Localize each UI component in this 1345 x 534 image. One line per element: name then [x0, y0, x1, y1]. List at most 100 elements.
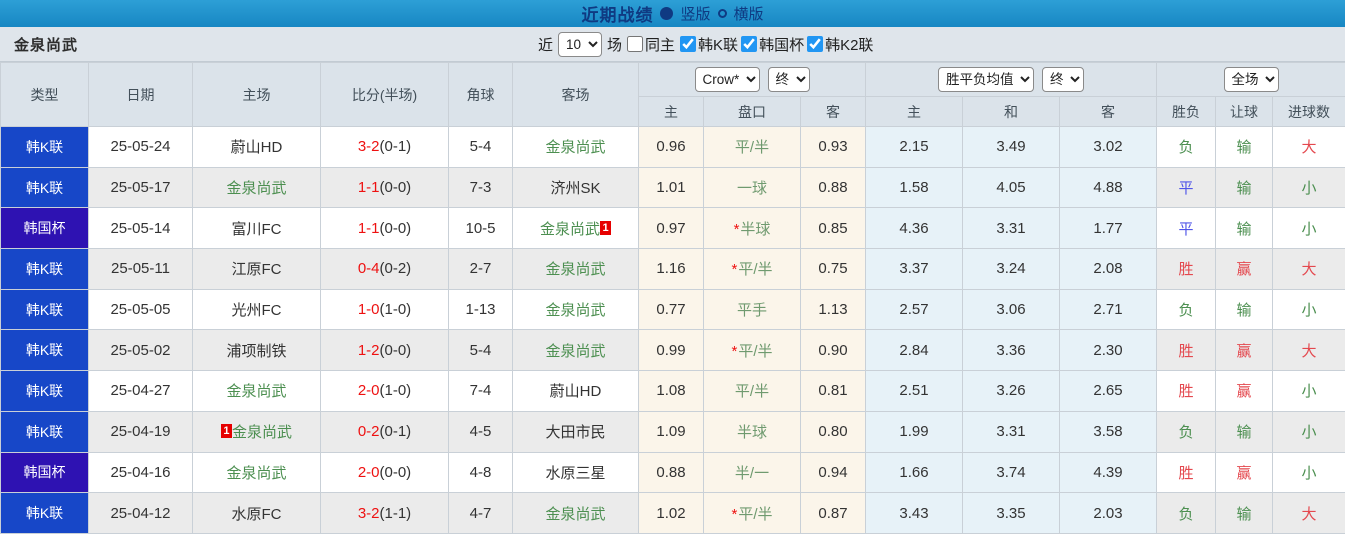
table-row: 韩K联 25-04-12 水原FC 3-2(1-1) 4-7 金泉尚武 1.02 *平/半 0.…	[0, 492, 1345, 534]
subcol-odds-home: 主	[638, 96, 704, 127]
table-row: 韩国杯 25-04-16 金泉尚武 2-0(0-0) 4-8 水原三星 0.88 半/一 0.9…	[0, 451, 1345, 494]
handicap-result-cell: 输	[1215, 492, 1274, 534]
mean-period-select[interactable]: 终	[1042, 67, 1085, 92]
avg-home-cell: 1.99	[865, 410, 964, 453]
away-team-cell: 济州SK	[512, 166, 639, 209]
goals-result-cell: 小	[1272, 451, 1345, 494]
avg-away-cell: 2.08	[1059, 248, 1158, 290]
away-team-cell: 金泉尚武	[512, 329, 639, 372]
vertical-layout-radio[interactable]	[660, 7, 674, 20]
result-scope-select[interactable]: 全场	[1223, 67, 1279, 92]
recent-results-table: 类型 日期 主场 比分(半场) 角球 客场 Crow* 终 胜平负均值 终 全场	[0, 62, 1345, 534]
away-team-cell: 水原三星	[512, 451, 639, 494]
match-type-cell: 韩K联	[0, 410, 89, 453]
avg-home-cell: 1.58	[865, 166, 964, 209]
home-team-cell: 蔚山HD	[192, 126, 321, 168]
handicap-result-cell: 输	[1215, 166, 1274, 209]
avg-draw-cell: 3.49	[962, 126, 1061, 168]
home-team-cell: 富川FC	[192, 207, 321, 250]
home-team-cell: 金泉尚武	[192, 451, 321, 494]
date-cell: 25-05-17	[88, 166, 193, 209]
away-team-cell: 金泉尚武	[512, 288, 639, 331]
odds-period-select[interactable]: 终	[767, 67, 810, 92]
home-team-cell: 金泉尚武	[192, 370, 321, 412]
league-filter[interactable]: 韩K2联	[807, 34, 873, 55]
odds-home-cell: 1.09	[638, 410, 704, 453]
home-team-cell: 水原FC	[192, 492, 321, 534]
subcol-handicap: 盘口	[703, 96, 801, 127]
same-home-filter[interactable]: 同主	[627, 34, 675, 55]
table-row: 韩K联 25-05-02 浦项制铁 1-2(0-0) 5-4 金泉尚武 0.99 *平/半 0.…	[0, 329, 1345, 372]
avg-away-cell: 3.58	[1059, 410, 1158, 453]
league-filter-checkbox[interactable]	[741, 36, 758, 52]
avg-away-cell: 2.71	[1059, 288, 1158, 331]
bookmaker-select[interactable]: Crow*	[694, 67, 760, 92]
handicap-result-cell: 输	[1215, 126, 1274, 168]
corner-cell: 10-5	[448, 207, 513, 250]
score-cell: 1-2(0-0)	[320, 329, 449, 372]
handicap-cell: *半球	[703, 207, 801, 250]
avg-home-cell: 3.43	[865, 492, 964, 534]
corner-cell: 5-4	[448, 329, 513, 372]
corner-cell: 5-4	[448, 126, 513, 168]
handicap-result-cell: 赢	[1215, 370, 1274, 412]
subcol-result-wdl: 胜负	[1156, 96, 1217, 127]
handicap-cell: *平/半	[703, 329, 801, 372]
horizontal-layout-label: 横版	[733, 6, 764, 23]
odds-home-cell: 0.99	[638, 329, 704, 372]
match-type-cell: 韩K联	[0, 126, 89, 168]
avg-away-cell: 1.77	[1059, 207, 1158, 250]
wdl-result-cell: 胜	[1156, 248, 1217, 290]
goals-result-cell: 大	[1272, 492, 1345, 534]
avg-home-cell: 3.37	[865, 248, 964, 290]
match-type-cell: 韩K联	[0, 288, 89, 331]
league-filter[interactable]: 韩国杯	[741, 34, 804, 55]
mean-group-header: 胜平负均值 终	[865, 62, 1158, 97]
handicap-result-cell: 输	[1215, 288, 1274, 331]
avg-home-cell: 2.15	[865, 126, 964, 168]
corner-cell: 4-5	[448, 410, 513, 453]
mean-type-select[interactable]: 胜平负均值	[938, 67, 1035, 92]
league-filter-checkbox[interactable]	[807, 36, 824, 52]
same-home-checkbox[interactable]	[627, 36, 644, 52]
league-filter[interactable]: 韩K联	[680, 34, 738, 55]
wdl-result-cell: 负	[1156, 288, 1217, 331]
odds-away-cell: 0.87	[799, 492, 867, 534]
score-cell: 3-2(1-1)	[320, 492, 449, 534]
league-filter-label: 韩K联	[698, 36, 739, 54]
horizontal-layout-radio[interactable]	[717, 9, 727, 18]
odds-away-cell: 0.90	[799, 329, 867, 372]
league-filter-label: 韩国杯	[759, 36, 805, 54]
date-cell: 25-04-19	[88, 410, 193, 453]
goals-result-cell: 大	[1272, 126, 1345, 168]
avg-away-cell: 3.02	[1059, 126, 1158, 168]
match-count-select[interactable]: 10	[558, 31, 603, 57]
vertical-layout-label: 竖版	[680, 6, 711, 23]
avg-away-cell: 2.65	[1059, 370, 1158, 412]
col-header-away: 客场	[512, 62, 639, 127]
league-filter-checkbox[interactable]	[680, 36, 697, 52]
avg-draw-cell: 3.24	[962, 248, 1061, 290]
goals-result-cell: 小	[1272, 288, 1345, 331]
goals-result-cell: 大	[1272, 248, 1345, 290]
avg-home-cell: 2.84	[865, 329, 964, 372]
home-team-cell: 江原FC	[192, 248, 321, 290]
avg-home-cell: 2.57	[865, 288, 964, 331]
match-type-cell: 韩K联	[0, 370, 89, 412]
date-cell: 25-05-05	[88, 288, 193, 331]
odds-away-cell: 0.81	[799, 370, 867, 412]
avg-away-cell: 2.30	[1059, 329, 1158, 372]
handicap-cell: 平/半	[703, 370, 801, 412]
subcol-result-handicap: 让球	[1215, 96, 1274, 127]
odds-away-cell: 0.93	[799, 126, 867, 168]
date-cell: 25-05-02	[88, 329, 193, 372]
subcol-mean-away: 客	[1059, 96, 1158, 127]
col-header-corner: 角球	[448, 62, 513, 127]
wdl-result-cell: 负	[1156, 492, 1217, 534]
avg-draw-cell: 3.31	[962, 207, 1061, 250]
wdl-result-cell: 负	[1156, 410, 1217, 453]
date-cell: 25-05-11	[88, 248, 193, 290]
handicap-result-cell: 赢	[1215, 451, 1274, 494]
goals-result-cell: 小	[1272, 207, 1345, 250]
avg-draw-cell: 3.36	[962, 329, 1061, 372]
